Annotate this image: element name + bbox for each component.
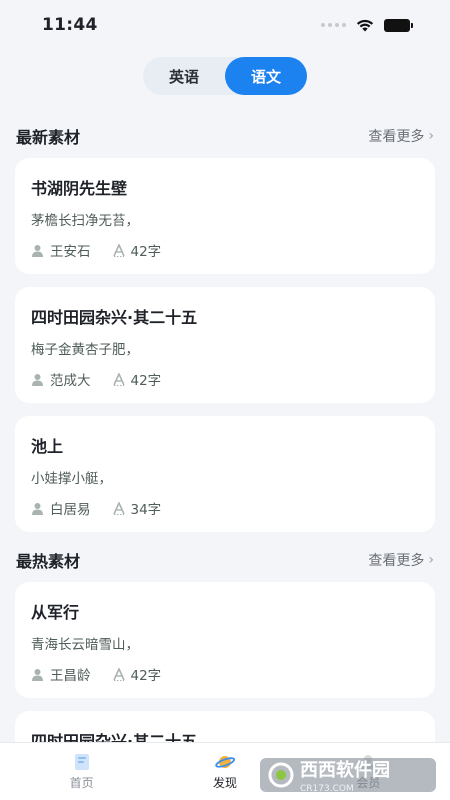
card-first-line: 小娃撑小艇， bbox=[31, 471, 112, 487]
font-size-icon bbox=[112, 501, 125, 515]
wifi-icon bbox=[356, 19, 374, 31]
word-count-meta: 42字 bbox=[112, 240, 162, 260]
latest-section-title: 最新素材 bbox=[16, 128, 81, 147]
material-card[interactable]: 书湖阴先生壁 茅檐长扫净无苔， 王安石 42字 bbox=[15, 158, 435, 274]
card-title: 四时田园杂兴·其二十五 bbox=[31, 308, 198, 327]
tab-discover[interactable]: 发现 bbox=[213, 752, 237, 791]
word-count: 42字 bbox=[130, 373, 162, 389]
watermark-subtext: CR173.COM bbox=[300, 784, 354, 794]
word-count-meta: 42字 bbox=[112, 369, 162, 389]
author-name: 范成大 bbox=[50, 373, 91, 389]
word-count: 34字 bbox=[130, 502, 162, 518]
subject-switch: 英语 语文 bbox=[143, 57, 307, 95]
tab-discover-label: 发现 bbox=[212, 776, 237, 790]
watermark-text: 西西软件园 bbox=[300, 760, 390, 781]
user-icon bbox=[31, 668, 44, 681]
status-bar: 11:44 bbox=[0, 0, 450, 50]
author-meta: 白居易 bbox=[31, 498, 91, 518]
author-meta: 王安石 bbox=[31, 240, 91, 260]
card-first-line: 茅檐长扫净无苔， bbox=[31, 213, 139, 229]
card-first-line: 梅子金黄杏子肥， bbox=[31, 342, 139, 358]
status-time: 11:44 bbox=[42, 15, 98, 35]
subject-switch-wrap: 英语 语文 bbox=[0, 57, 450, 95]
user-icon bbox=[31, 244, 44, 257]
material-card[interactable]: 从军行 青海长云暗雪山， 王昌龄 42字 bbox=[15, 582, 435, 698]
watermark-text-block: 西西软件园 CR173.COM bbox=[300, 756, 390, 794]
card-meta: 白居易 34字 bbox=[31, 498, 183, 518]
material-card[interactable]: 池上 小娃撑小艇， 白居易 34字 bbox=[15, 416, 435, 532]
author-name: 王昌龄 bbox=[50, 668, 91, 684]
font-size-icon bbox=[112, 667, 125, 681]
tab-english[interactable]: 英语 bbox=[143, 57, 225, 95]
watermark-logo: 西西软件园 CR173.COM bbox=[260, 756, 436, 794]
card-first-line: 青海长云暗雪山， bbox=[31, 637, 139, 653]
card-meta: 王安石 42字 bbox=[31, 240, 183, 260]
word-count-meta: 34字 bbox=[112, 498, 162, 518]
chevron-right-icon: › bbox=[428, 552, 434, 568]
author-name: 白居易 bbox=[50, 502, 91, 518]
signal-dots-icon bbox=[321, 23, 346, 27]
user-icon bbox=[31, 373, 44, 386]
view-more-label: 查看更多 bbox=[368, 129, 425, 145]
home-book-icon bbox=[74, 754, 89, 770]
hot-section-title: 最热素材 bbox=[16, 552, 81, 571]
card-title: 书湖阴先生壁 bbox=[31, 179, 128, 198]
hot-view-more-button[interactable]: 查看更多 › bbox=[368, 550, 434, 570]
view-more-label: 查看更多 bbox=[368, 553, 425, 569]
word-count: 42字 bbox=[130, 244, 162, 260]
status-icons bbox=[321, 18, 413, 32]
hot-section-header: 最热素材 查看更多 › bbox=[0, 548, 450, 572]
tab-chinese[interactable]: 语文 bbox=[225, 57, 307, 95]
battery-icon bbox=[384, 18, 413, 32]
font-size-icon bbox=[112, 243, 125, 257]
author-meta: 王昌龄 bbox=[31, 664, 91, 684]
latest-view-more-button[interactable]: 查看更多 › bbox=[368, 126, 434, 146]
author-meta: 范成大 bbox=[31, 369, 91, 389]
discover-planet-icon bbox=[215, 756, 235, 768]
chevron-right-icon: › bbox=[428, 128, 434, 144]
word-count: 42字 bbox=[130, 668, 162, 684]
latest-section-header: 最新素材 查看更多 › bbox=[0, 124, 450, 148]
font-size-icon bbox=[112, 372, 125, 386]
card-meta: 范成大 42字 bbox=[31, 369, 183, 389]
material-card[interactable]: 四时田园杂兴·其二十五 梅子金黄杏子肥， 范成大 42字 bbox=[15, 287, 435, 403]
watermark-mark-icon bbox=[268, 762, 294, 788]
card-meta: 王昌龄 42字 bbox=[31, 664, 183, 684]
tab-home[interactable]: 首页 bbox=[70, 752, 94, 791]
tab-home-label: 首页 bbox=[69, 776, 94, 790]
author-name: 王安石 bbox=[50, 244, 91, 260]
word-count-meta: 42字 bbox=[112, 664, 162, 684]
user-icon bbox=[31, 502, 44, 515]
card-title: 从军行 bbox=[31, 603, 80, 622]
card-title: 池上 bbox=[31, 437, 64, 456]
